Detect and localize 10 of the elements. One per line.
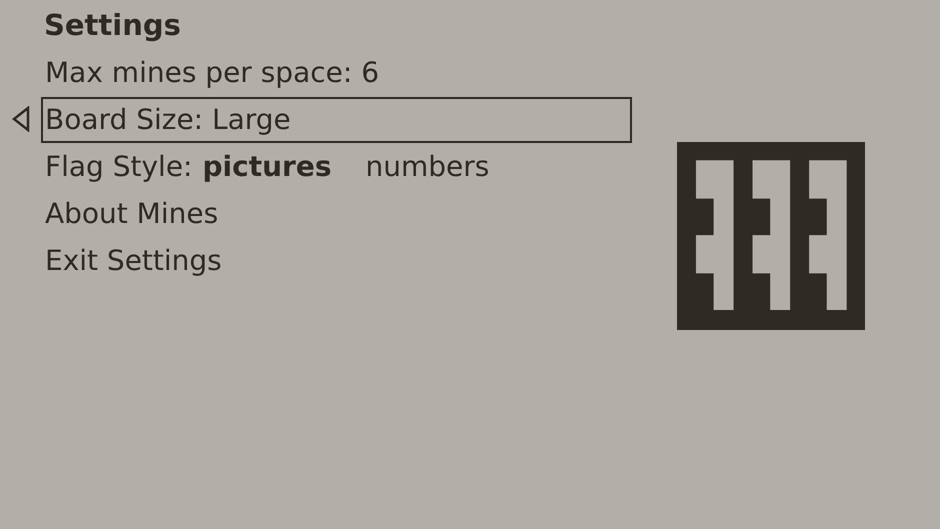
option-choice[interactable]: pictures xyxy=(202,146,332,188)
option-label: Flag Style: xyxy=(45,148,192,184)
menu-item[interactable]: Flag Style: pictures numbers xyxy=(41,144,632,190)
option-choice[interactable]: numbers xyxy=(366,146,490,188)
mines-logo-icon xyxy=(677,142,865,330)
menu-item[interactable]: Exit Settings xyxy=(41,238,632,284)
menu-item[interactable]: Max mines per space: 6 xyxy=(41,50,632,96)
menu-item[interactable]: Board Size: Large xyxy=(41,96,632,142)
menu-item[interactable]: About Mines xyxy=(41,190,632,236)
settings-title: Settings xyxy=(44,7,182,44)
